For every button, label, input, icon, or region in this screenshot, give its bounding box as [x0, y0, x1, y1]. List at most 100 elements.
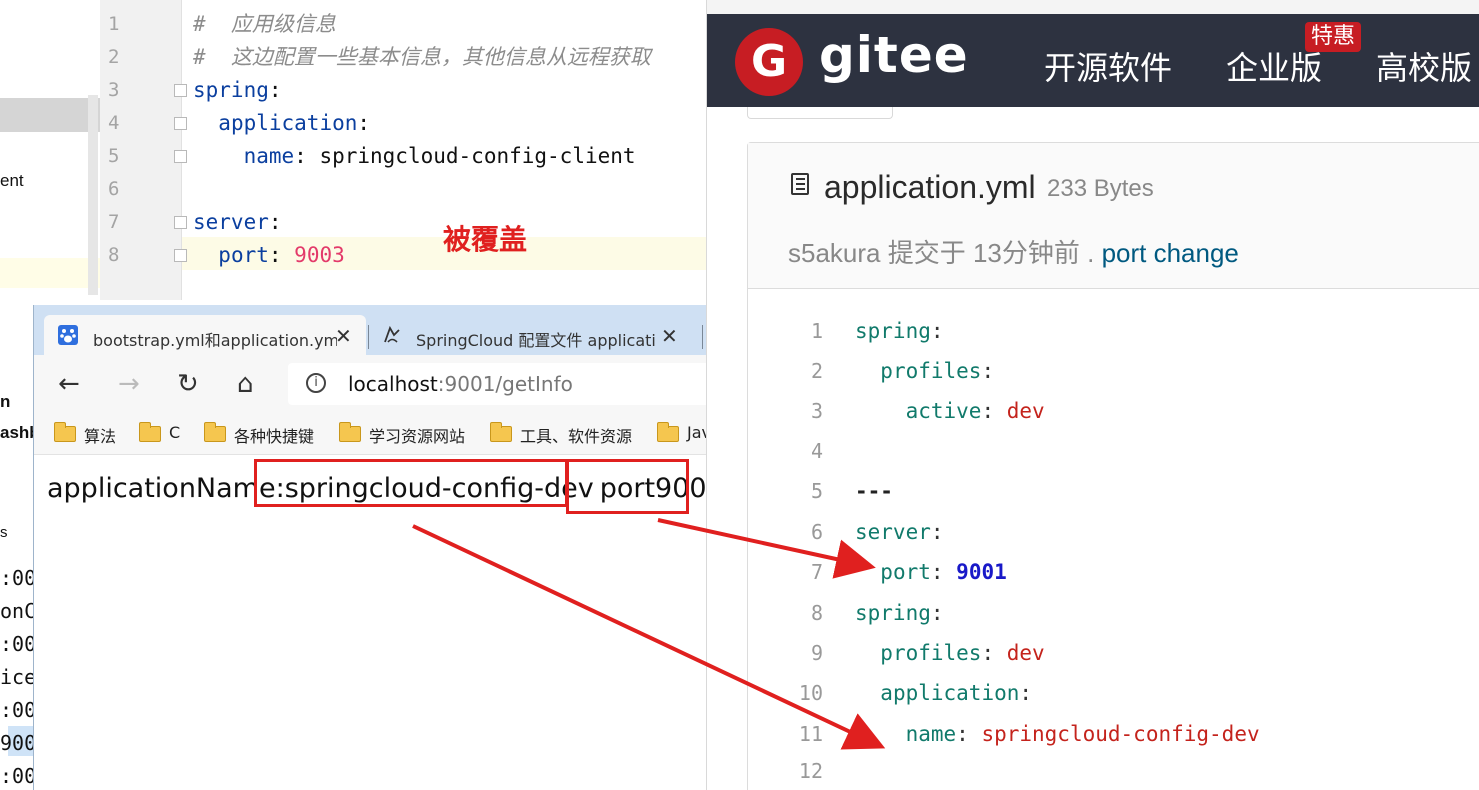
console-fragment: :00 — [0, 632, 36, 656]
console-fragment: :00 — [0, 566, 36, 590]
line-number[interactable]: 4 — [767, 431, 823, 471]
yaml-key: profiles — [880, 359, 982, 383]
yaml-colon: : — [268, 210, 282, 234]
yaml-colon: : — [930, 560, 957, 584]
fold-end-icon[interactable] — [174, 249, 187, 262]
code-line[interactable]: 5 name: springcloud-config-client — [0, 140, 636, 173]
code-text: application: — [855, 673, 1032, 713]
yaml-colon: : — [956, 722, 982, 746]
line-number: 7 — [108, 211, 120, 233]
line-number: 2 — [108, 46, 120, 68]
code-text: server: — [855, 512, 944, 552]
yaml-colon: : — [981, 359, 995, 383]
line-number[interactable]: 2 — [767, 351, 823, 391]
commit-time: 提交于 13分钟前 . — [887, 238, 1095, 268]
code-line[interactable]: 2 # 这边配置一些基本信息，其他信息从远程获取 — [0, 41, 651, 74]
address-bar[interactable]: i localhost:9001/getInfo — [288, 363, 706, 405]
tab-springcloud[interactable]: SpringCloud 配置文件 applicatio ✕ — [372, 315, 692, 355]
highlight-box-app-name — [254, 459, 568, 507]
code-line[interactable]: 1 # 应用级信息 — [0, 8, 606, 41]
yaml-indent — [193, 243, 218, 267]
line-number[interactable]: 1 — [767, 311, 823, 351]
code-text: name: springcloud-config-dev — [855, 714, 1260, 754]
address-url[interactable]: localhost:9001/getInfo — [348, 372, 573, 396]
tab-separator — [702, 325, 703, 349]
gitee-subnav-tab[interactable] — [747, 107, 893, 119]
yaml-colon: : — [930, 520, 944, 544]
code-text: spring: — [855, 593, 944, 633]
code-line[interactable]: 3 spring: — [0, 74, 606, 107]
bookmark-label: 学习资源网站 — [369, 427, 466, 446]
line-number[interactable]: 9 — [767, 633, 823, 673]
project-item-fragment[interactable]: n — [0, 392, 10, 412]
tab-close-icon[interactable]: ✕ — [661, 324, 678, 348]
gitee-navbar: G gitee 开源软件 企业版 特惠 高校版 — [707, 14, 1479, 107]
tab-close-icon[interactable]: ✕ — [335, 324, 352, 348]
commit-message-link[interactable]: port change — [1102, 238, 1239, 268]
code-text: profiles: — [855, 351, 994, 391]
baidu-paw-icon — [58, 325, 78, 345]
reload-icon[interactable]: ↻ — [177, 369, 199, 399]
yaml-key: spring — [193, 78, 269, 102]
console-fragment: onC — [0, 599, 36, 623]
yaml-document-separator: --- — [855, 479, 893, 503]
commit-author[interactable]: s5akura — [788, 238, 881, 268]
browser-toolbar: ← → ↻ ⌂ i localhost:9001/getInfo — [34, 355, 706, 413]
code-comment: # 这边配置一些基本信息，其他信息从远程获取 — [193, 45, 651, 69]
yaml-indent — [193, 144, 244, 168]
yaml-key: active — [905, 399, 982, 423]
line-number: 6 — [108, 178, 120, 200]
home-icon[interactable]: ⌂ — [237, 369, 254, 399]
nav-university[interactable]: 高校版 — [1376, 43, 1472, 89]
yaml-key: application — [218, 111, 358, 135]
forward-arrow-icon[interactable]: → — [118, 369, 140, 399]
console-fragment: ice — [0, 665, 36, 689]
info-circle-icon[interactable]: i — [306, 373, 326, 393]
commit-info: s5akura 提交于 13分钟前 . port change — [788, 233, 1239, 270]
bookmark-label: 工具、软件资源 — [520, 427, 633, 446]
yaml-indent — [855, 641, 880, 665]
line-number[interactable]: 12 — [767, 751, 823, 790]
line-number[interactable]: 6 — [767, 512, 823, 552]
line-number: 8 — [108, 244, 120, 266]
highlight-box-port — [566, 459, 689, 514]
fold-icon[interactable] — [174, 216, 187, 229]
tab-title: bootstrap.yml和application.yml_i — [93, 331, 337, 350]
line-number[interactable]: 11 — [767, 714, 823, 754]
yaml-key: application — [880, 681, 1020, 705]
line-number[interactable]: 3 — [767, 391, 823, 431]
code-line[interactable]: 4 application: — [0, 107, 606, 140]
fold-icon[interactable] — [174, 84, 187, 97]
gitee-brand-name[interactable]: gitee — [819, 26, 969, 84]
line-number[interactable]: 10 — [767, 673, 823, 713]
line-number[interactable]: 7 — [767, 552, 823, 592]
fold-end-icon[interactable] — [174, 150, 187, 163]
bookmark-label: 各种快捷键 — [234, 427, 315, 446]
yaml-colon: : — [930, 601, 944, 625]
console-fragment: s — [0, 524, 8, 541]
yaml-colon: : — [268, 243, 295, 267]
folder-icon — [657, 422, 679, 442]
code-text: port: 9003 — [193, 239, 345, 272]
yaml-indent — [193, 111, 218, 135]
fold-icon[interactable] — [174, 117, 187, 130]
bookmarks-bar: 算法 C 各种快捷键 学习资源网站 工具、软件资源 Jav — [34, 413, 706, 455]
yaml-indent — [855, 681, 880, 705]
code-line[interactable]: 6 — [0, 173, 606, 206]
back-arrow-icon[interactable]: ← — [58, 369, 80, 399]
nav-open-source[interactable]: 开源软件 — [1044, 43, 1172, 89]
line-number[interactable]: 5 — [767, 471, 823, 511]
code-text: active: dev — [855, 391, 1045, 431]
console-fragment: 900 — [0, 731, 36, 755]
code-text: spring: — [193, 74, 282, 107]
yaml-number: 9003 — [294, 243, 345, 267]
tab-bootstrap[interactable]: bootstrap.yml和application.yml_i ✕ — [44, 315, 366, 355]
yaml-key: spring — [855, 319, 931, 343]
yaml-value: springcloud-config-dev — [981, 722, 1260, 746]
gitee-logo-icon[interactable]: G — [735, 28, 803, 96]
yaml-colon: : — [268, 78, 282, 102]
yaml-value: dev — [1006, 641, 1045, 665]
response-label: applicationName: — [47, 473, 285, 504]
file-name: application.yml — [824, 169, 1036, 205]
line-number[interactable]: 8 — [767, 593, 823, 633]
